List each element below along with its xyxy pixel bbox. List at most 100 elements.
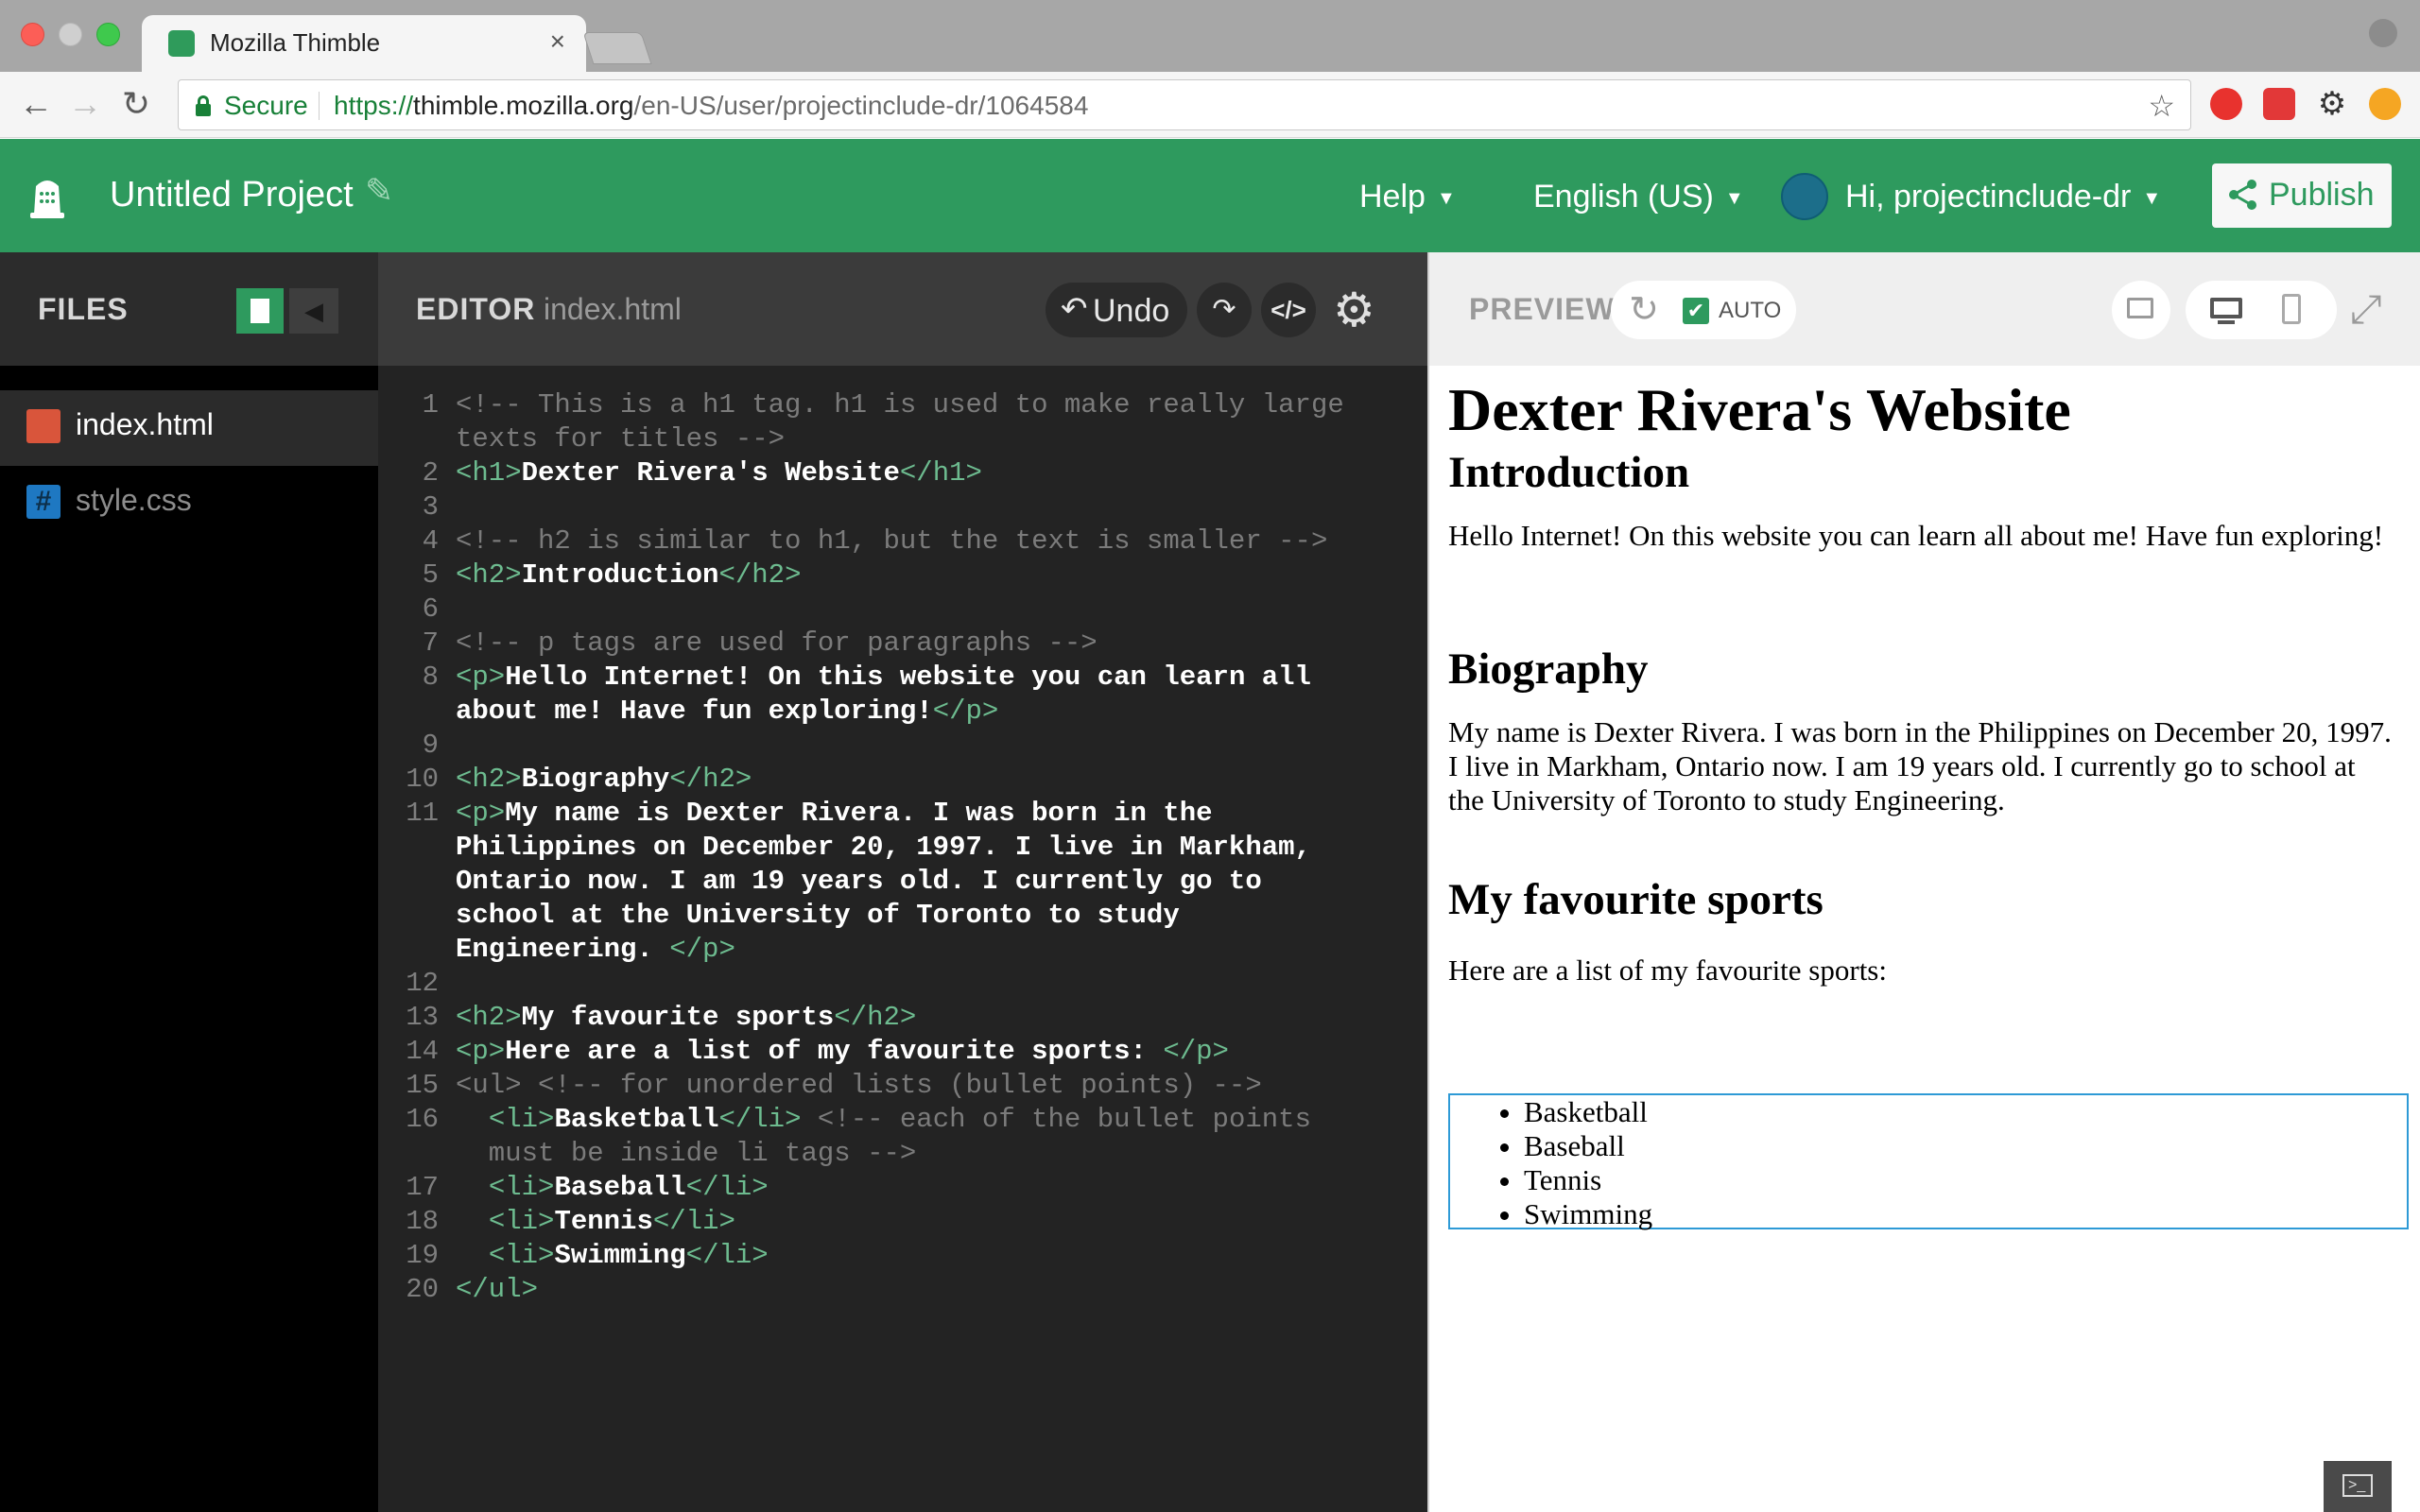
browser-tabstrip: Mozilla Thimble × (0, 0, 2420, 72)
code-text: <li>Baseball</li> (488, 1172, 769, 1203)
publish-button[interactable]: Publish (2212, 163, 2392, 228)
code-text: school at the University of Toronto to s… (456, 900, 1180, 931)
forward-arrow-icon[interactable]: → (66, 85, 104, 123)
thimble-favicon-icon (168, 30, 195, 57)
refresh-icon[interactable]: ↻ (1620, 286, 1668, 334)
back-arrow-icon[interactable]: ← (17, 85, 55, 123)
code-line: 10 <h2>Biography</h2> (378, 763, 1427, 797)
code-text: <li>Tennis</li> (488, 1206, 735, 1237)
editor-filename: index.html (544, 292, 682, 326)
line-number: 7 (422, 627, 439, 659)
editor-title: EDITOR (416, 292, 536, 326)
update-extension-icon[interactable] (2369, 88, 2401, 120)
fullscreen-icon[interactable]: ⤢ (2350, 286, 2382, 333)
console-toggle-button[interactable]: >_ (2324, 1461, 2392, 1512)
line-number: 4 (422, 525, 439, 557)
mobile-view-icon[interactable] (2282, 294, 2301, 324)
window-zoom-button[interactable] (96, 23, 120, 46)
url-host: thimble.mozilla.org (413, 91, 634, 120)
list-item: Tennis (1524, 1163, 2407, 1197)
code-line: 12 (378, 967, 1427, 1001)
address-bar[interactable]: Secure https://thimble.mozilla.org/en-US… (178, 79, 2191, 130)
code-line: 4 <!-- h2 is similar to h1, but the text … (378, 524, 1427, 558)
user-menu[interactable]: Hi, projectinclude-dr ▼ (1845, 179, 2161, 215)
auto-refresh-checkbox[interactable]: ✔ (1683, 298, 1709, 324)
opera-extension-icon[interactable] (2210, 88, 2242, 120)
preview-heading-1: Dexter Rivera's Website (1448, 376, 2071, 443)
browser-profile-icon[interactable] (2369, 19, 2397, 47)
file-name: index.html (76, 407, 214, 441)
tab-title: Mozilla Thimble (210, 28, 381, 57)
edit-title-pencil-icon[interactable]: ✎ (365, 171, 393, 211)
preview-page: Dexter Rivera's Website Introduction Hel… (1429, 366, 2420, 1512)
user-label: Hi, projectinclude-dr (1845, 179, 2132, 215)
user-avatar[interactable] (1781, 173, 1828, 220)
line-number: 13 (406, 1002, 439, 1033)
inspector-icon (2127, 298, 2153, 318)
code-editor[interactable]: 1 <!-- This is a h1 tag. h1 is used to ma… (378, 388, 1427, 1307)
code-text: <p>Hello Internet! On this website you c… (456, 662, 1311, 693)
line-number: 12 (406, 968, 439, 999)
list-item: Basketball (1524, 1095, 2407, 1129)
preview-heading-sports: My favourite sports (1448, 875, 1824, 924)
video-extension-icon[interactable] (2263, 88, 2295, 120)
css-file-icon: # (26, 485, 60, 519)
code-text: <li>Swimming</li> (488, 1240, 769, 1271)
preview-heading-introduction: Introduction (1448, 448, 1690, 497)
line-number: 16 (406, 1104, 439, 1135)
settings-gear-icon[interactable]: ⚙ (1333, 284, 1375, 335)
code-text: <h2>My favourite sports</h2> (456, 1002, 917, 1033)
lock-icon (196, 95, 211, 116)
file-item-style-css[interactable]: # style.css (0, 466, 378, 541)
desktop-view-icon[interactable] (2210, 298, 2242, 318)
collapse-sidebar-button[interactable]: ◀ (289, 288, 338, 334)
code-toggle-button[interactable]: </> (1261, 283, 1316, 337)
reload-icon[interactable]: ↻ (117, 85, 155, 123)
window-minimize-button[interactable] (59, 23, 82, 46)
code-text: <p>My name is Dexter Rivera. I was born … (456, 798, 1213, 829)
editor-panel: EDITOR index.html ↶ Undo ↷ </> ⚙ 1 <!-- T… (378, 252, 1427, 1512)
window-close-button[interactable] (21, 23, 44, 46)
code-line: Engineering. </p> (378, 933, 1427, 967)
add-file-button[interactable] (236, 288, 284, 334)
code-line: Philippines on December 20, 1997. I live… (378, 831, 1427, 865)
console-icon: >_ (2342, 1474, 2373, 1497)
code-line: Ontario now. I am 19 years old. I curren… (378, 865, 1427, 899)
files-panel: FILES ◀ index.html # style.css (0, 252, 378, 1512)
code-text: <ul> <!-- for unordered lists (bullet po… (456, 1070, 1262, 1101)
line-number: 10 (406, 764, 439, 795)
device-toggle (2186, 281, 2337, 339)
redo-button[interactable]: ↷ (1197, 283, 1252, 337)
undo-button[interactable]: ↶ Undo (1046, 283, 1187, 337)
thimble-logo-icon[interactable] (26, 173, 68, 220)
url-text: https://thimble.mozilla.org/en-US/user/p… (334, 91, 1088, 121)
sports-list: Basketball Baseball Tennis Swimming (1450, 1095, 2407, 1231)
code-line: 9 (378, 729, 1427, 763)
code-text: <!-- h2 is similar to h1, but the text i… (456, 525, 1328, 557)
project-title[interactable]: Untitled Project (110, 175, 354, 215)
code-line: 15 <ul> <!-- for unordered lists (bullet … (378, 1069, 1427, 1103)
file-item-index-html[interactable]: index.html (0, 390, 378, 466)
secure-label: Secure (224, 91, 308, 120)
editor-header: EDITOR index.html ↶ Undo ↷ </> ⚙ (378, 252, 1427, 366)
code-line: 19 <li>Swimming</li> (378, 1239, 1427, 1273)
preview-heading-biography: Biography (1448, 644, 1649, 694)
help-menu[interactable]: Help ▼ (1359, 179, 1456, 215)
new-tab-button[interactable] (582, 32, 652, 64)
files-header: FILES ◀ (0, 252, 378, 366)
inspector-button[interactable] (2112, 281, 2170, 339)
code-line: 8 <p>Hello Internet! On this website you … (378, 661, 1427, 695)
files-title: FILES (38, 292, 129, 326)
code-line: 5 <h2>Introduction</h2> (378, 558, 1427, 593)
browser-tab[interactable]: Mozilla Thimble × (142, 15, 586, 72)
code-line: school at the University of Toronto to s… (378, 899, 1427, 933)
tab-close-icon[interactable]: × (550, 26, 565, 57)
code-line: 20 </ul> (378, 1273, 1427, 1307)
line-number: 14 (406, 1036, 439, 1067)
auto-refresh-label: AUTO (1719, 298, 1782, 323)
line-number: 2 (422, 457, 439, 489)
language-menu[interactable]: English (US) ▼ (1533, 179, 1744, 215)
gear-extension-icon[interactable]: ⚙ (2316, 88, 2348, 120)
line-number: 19 (406, 1240, 439, 1271)
bookmark-star-icon[interactable]: ☆ (2148, 88, 2175, 124)
